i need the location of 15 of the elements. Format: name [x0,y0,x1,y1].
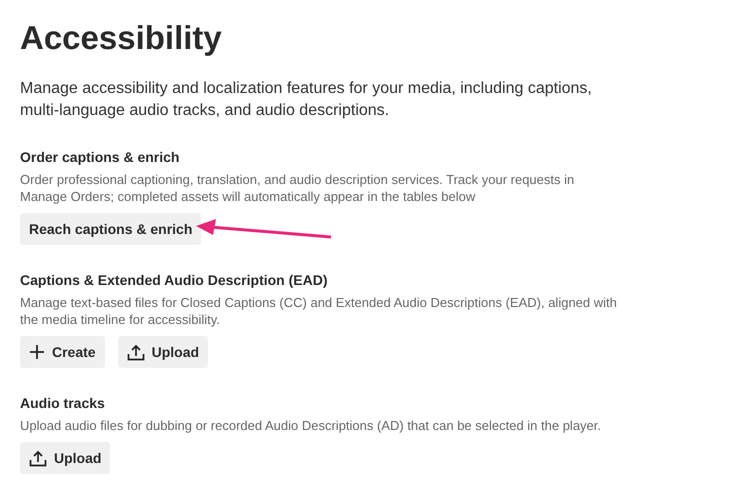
upload-button[interactable]: Upload [118,336,208,368]
action-button[interactable]: Reach captions & enrich [20,213,202,245]
section-description: Manage text-based files for Closed Captions (CC) and Extended Audio Descriptions (EAD), aligned with the media timeline for accessibility. [20,294,618,328]
section-heading: Audio tracks [20,394,106,412]
section-description: Order professional captioning, translation, and audio description services. Track your requests in Manage Orders; completed assets will automatically appear in the tables below [20,171,576,205]
section-description: Upload audio files for dubbing or recorded Audio Descriptions (AD) that can be selected in the player. [20,417,602,434]
section-heading: Captions & Extended Audio Description (EAD) [20,271,328,289]
page-title: Accessibility [20,18,223,58]
upload-icon [29,450,47,466]
intro-text: Manage accessibility and localization features for your media, including captions, multi-language audio tracks, and audio descriptions. [20,79,593,121]
upload-button[interactable]: Upload [20,442,110,474]
upload-icon [126,344,145,360]
section-heading: Order captions & enrich [20,148,180,166]
plus-icon [29,344,45,360]
create-button[interactable]: Create [20,336,105,368]
